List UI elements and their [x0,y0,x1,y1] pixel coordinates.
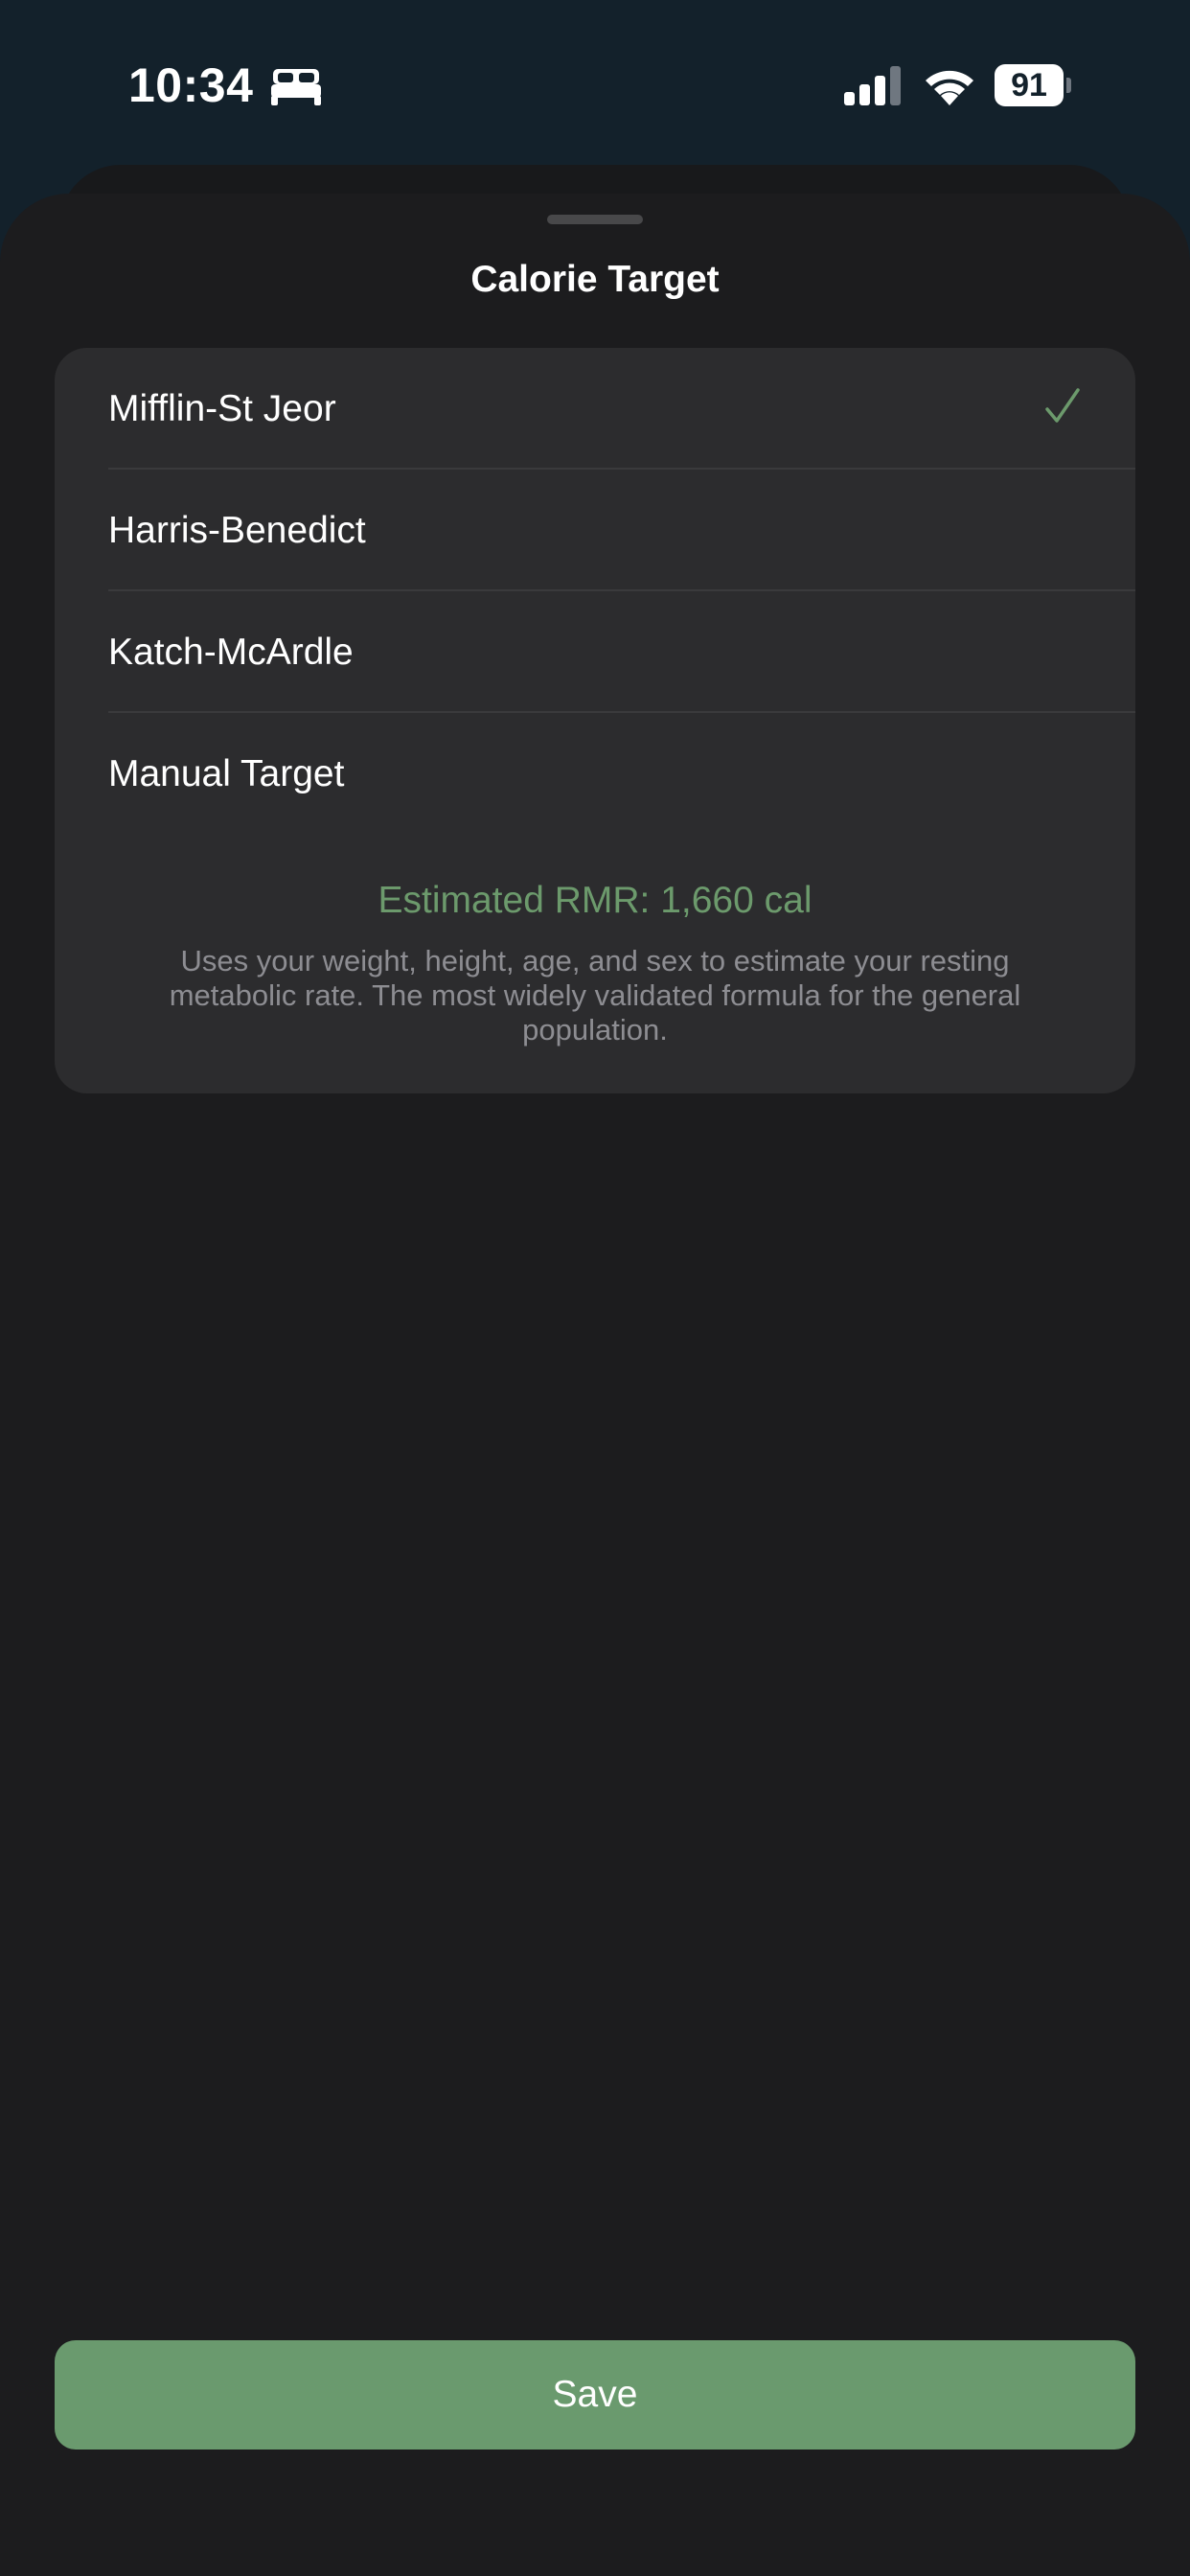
sheet-title: Calorie Target [470,259,720,300]
battery-level: 91 [1011,67,1047,104]
cellular-signal-icon [844,66,901,105]
status-bar: 10:34 91 [0,0,1190,172]
bed-icon [271,69,321,105]
wifi-icon [926,70,973,105]
option-label: Katch-McArdle [108,632,354,673]
formula-options-card: Mifflin-St Jeor Harris-Benedict Katch-Mc… [55,348,1135,1093]
estimated-rmr: Estimated RMR: 1,660 cal [378,880,812,921]
option-label: Mifflin-St Jeor [108,388,336,429]
screen: 10:34 91 Calorie Target Mifflin-St Jeor … [0,0,1190,2576]
option-mifflin-st-jeor[interactable]: Mifflin-St Jeor [55,348,1135,470]
calorie-target-sheet: Calorie Target Mifflin-St Jeor Harris-Be… [0,194,1190,2576]
save-button[interactable]: Save [55,2340,1135,2450]
option-label: Harris-Benedict [108,510,366,551]
sheet-grabber[interactable] [547,215,643,224]
option-katch-mcardle[interactable]: Katch-McArdle [55,591,1135,713]
checkmark-icon [1045,388,1080,423]
option-harris-benedict[interactable]: Harris-Benedict [55,470,1135,591]
battery-cap [1066,78,1071,93]
battery-indicator: 91 [995,64,1071,106]
formula-description: Uses your weight, height, age, and sex t… [169,944,1021,1046]
option-manual-target[interactable]: Manual Target [55,713,1135,835]
status-time: 10:34 [128,58,254,112]
option-label: Manual Target [108,753,345,794]
